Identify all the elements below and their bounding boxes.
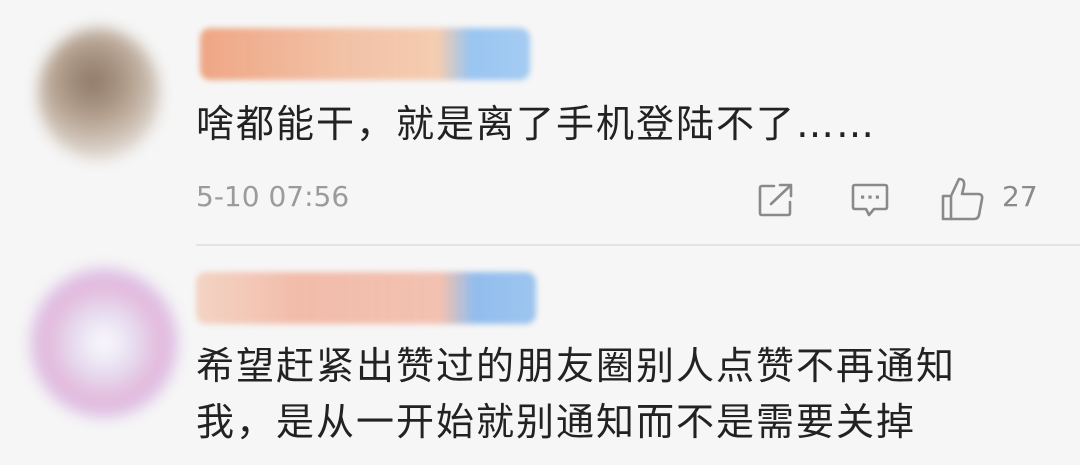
username-blurred[interactable] bbox=[200, 28, 530, 80]
avatar[interactable] bbox=[30, 268, 178, 418]
comment-timestamp: 5-10 07:56 bbox=[196, 180, 350, 213]
comment-text: 希望赶紧出赞过的朋友圈别人点赞不再通知我，是从一开始就别通知而不是需要关掉 bbox=[196, 344, 957, 444]
comment-item: 啥都能干，就是离了手机登陆不了…… 5-10 07:56 27 bbox=[0, 0, 1080, 246]
comment-item: 希望赶紧出赞过的朋友圈别人点赞不再通知我，是从一开始就别通知而不是需要关掉 bbox=[0, 246, 1080, 465]
comment-text: 啥都能干，就是离了手机登陆不了…… bbox=[196, 102, 877, 146]
share-icon[interactable] bbox=[758, 183, 794, 217]
username-blurred[interactable] bbox=[196, 272, 536, 324]
comment-icon[interactable] bbox=[851, 183, 889, 219]
like-count: 27 bbox=[1002, 180, 1038, 213]
avatar[interactable] bbox=[38, 28, 160, 160]
like-icon[interactable] bbox=[940, 176, 990, 222]
